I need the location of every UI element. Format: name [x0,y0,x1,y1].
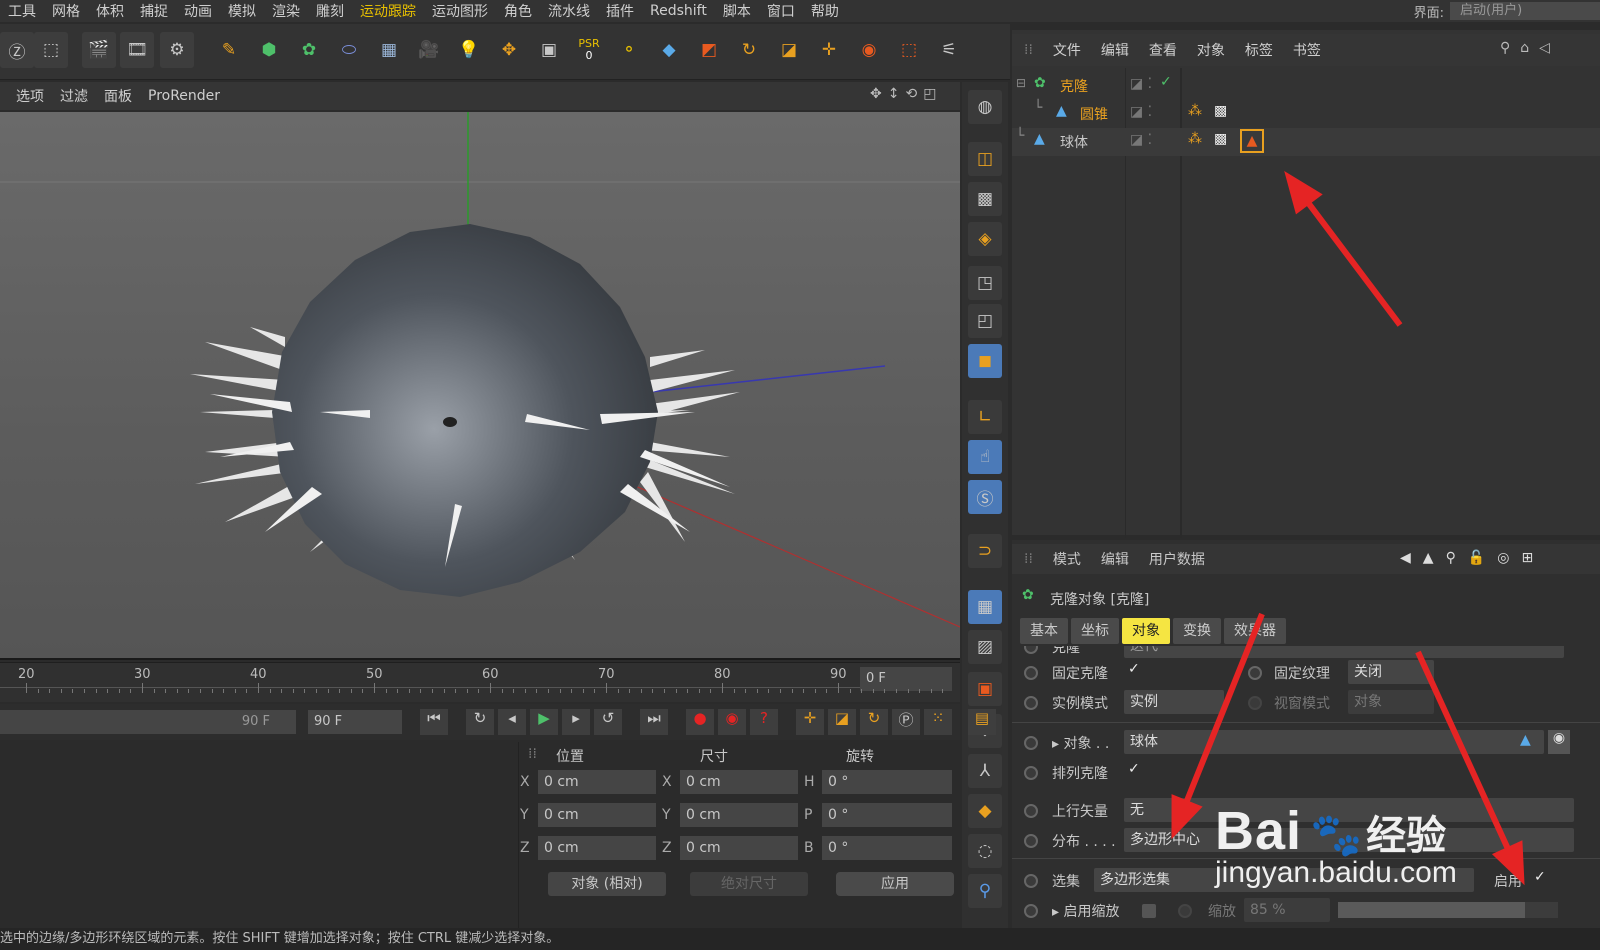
watermark-logo-text: Bai [1215,801,1303,861]
paw-icon: 🐾 [1309,811,1363,858]
watermark-jingyan: 经验 [1366,814,1447,858]
arrow-shaft [1306,202,1403,327]
arrow-shaft [1184,612,1265,803]
arrow-head [1491,840,1525,886]
arrow-head [1171,794,1203,840]
watermark-url: jingyan.baidu.com [1215,856,1457,889]
arrow-head [1284,170,1323,215]
baidu-watermark: Bai 🐾 经验 jingyan.baidu.com [1215,800,1457,890]
